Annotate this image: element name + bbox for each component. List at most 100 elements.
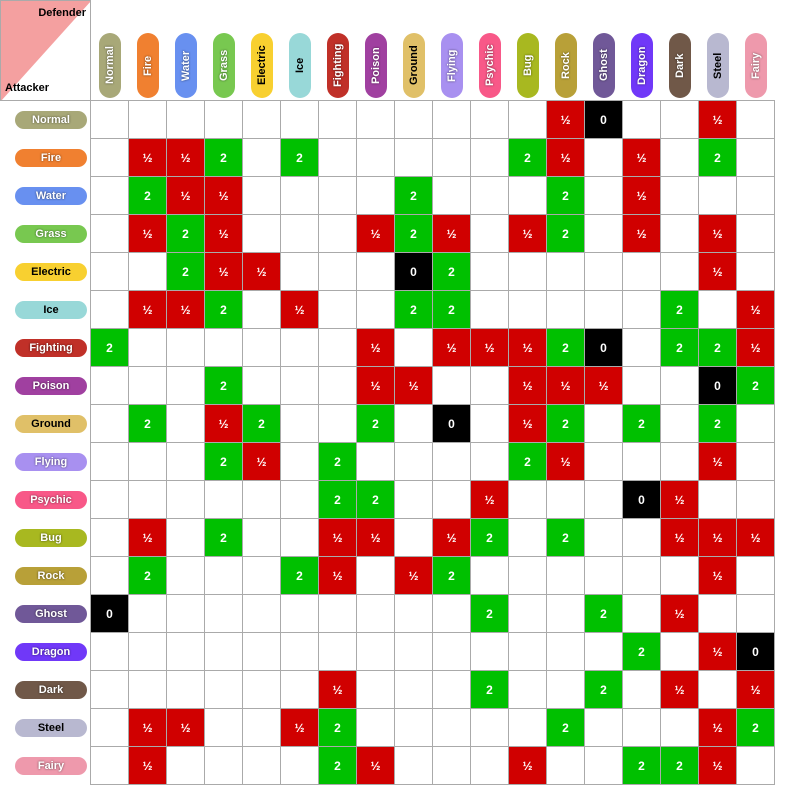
cell-water-vs-rock: 2	[547, 177, 585, 215]
cell-dragon-vs-normal	[91, 633, 129, 671]
cell-fire-vs-dragon: ½	[623, 139, 661, 177]
col-type-pill-fairy: Fairy	[745, 33, 767, 98]
col-type-pill-electric: Electric	[251, 33, 273, 98]
cell-normal-vs-fairy	[737, 101, 775, 139]
cell-dragon-vs-ice	[281, 633, 319, 671]
cell-ghost-vs-fairy	[737, 595, 775, 633]
cell-electric-vs-rock	[547, 253, 585, 291]
cell-flying-vs-dark	[661, 443, 699, 481]
cell-steel-vs-ground	[395, 709, 433, 747]
row-type-pill-psychic: Psychic	[15, 491, 87, 509]
cell-dark-vs-rock	[547, 671, 585, 709]
cell-fire-vs-flying	[433, 139, 471, 177]
cell-psychic-vs-electric	[243, 481, 281, 519]
cell-poison-vs-bug: ½	[509, 367, 547, 405]
cell-fairy-vs-ground	[395, 747, 433, 785]
cell-bug-vs-rock: 2	[547, 519, 585, 557]
cell-psychic-vs-fighting: 2	[319, 481, 357, 519]
cell-dark-vs-grass	[205, 671, 243, 709]
defender-label: Defender	[38, 7, 86, 19]
cell-grass-vs-dragon: ½	[623, 215, 661, 253]
cell-steel-vs-poison	[357, 709, 395, 747]
col-type-pill-steel: Steel	[707, 33, 729, 98]
col-header-fairy: Fairy	[737, 1, 775, 101]
cell-fighting-vs-flying: ½	[433, 329, 471, 367]
cell-fighting-vs-poison: ½	[357, 329, 395, 367]
cell-fire-vs-psychic	[471, 139, 509, 177]
cell-flying-vs-steel: ½	[699, 443, 737, 481]
cell-psychic-vs-grass	[205, 481, 243, 519]
row-poison: Poison2½½½½½02	[1, 367, 775, 405]
cell-fire-vs-rock: ½	[547, 139, 585, 177]
col-header-dark: Dark	[661, 1, 699, 101]
cell-bug-vs-grass: 2	[205, 519, 243, 557]
cell-ice-vs-psychic	[471, 291, 509, 329]
cell-fighting-vs-steel: 2	[699, 329, 737, 367]
cell-electric-vs-dragon	[623, 253, 661, 291]
row-header-electric: Electric	[1, 253, 91, 291]
row-ground: Ground2½220½222	[1, 405, 775, 443]
row-header-fire: Fire	[1, 139, 91, 177]
cell-ghost-vs-rock	[547, 595, 585, 633]
cell-ground-vs-ghost	[585, 405, 623, 443]
cell-bug-vs-bug	[509, 519, 547, 557]
cell-fairy-vs-psychic	[471, 747, 509, 785]
cell-rock-vs-dark	[661, 557, 699, 595]
cell-fire-vs-fire: ½	[129, 139, 167, 177]
cell-dragon-vs-fighting	[319, 633, 357, 671]
cell-psychic-vs-bug	[509, 481, 547, 519]
cell-steel-vs-steel: ½	[699, 709, 737, 747]
cell-flying-vs-ground	[395, 443, 433, 481]
cell-dark-vs-steel	[699, 671, 737, 709]
cell-fighting-vs-ice	[281, 329, 319, 367]
cell-rock-vs-ghost	[585, 557, 623, 595]
row-type-pill-dark: Dark	[15, 681, 87, 699]
cell-ground-vs-fairy	[737, 405, 775, 443]
cell-poison-vs-dragon	[623, 367, 661, 405]
cell-grass-vs-bug: ½	[509, 215, 547, 253]
cell-ice-vs-poison	[357, 291, 395, 329]
cell-fire-vs-grass: 2	[205, 139, 243, 177]
cell-steel-vs-grass	[205, 709, 243, 747]
cell-ground-vs-psychic	[471, 405, 509, 443]
col-type-pill-normal: Normal	[99, 33, 121, 98]
cell-flying-vs-flying	[433, 443, 471, 481]
cell-dragon-vs-steel: ½	[699, 633, 737, 671]
cell-fighting-vs-ghost: 0	[585, 329, 623, 367]
cell-steel-vs-normal	[91, 709, 129, 747]
cell-psychic-vs-rock	[547, 481, 585, 519]
cell-poison-vs-ice	[281, 367, 319, 405]
cell-bug-vs-electric	[243, 519, 281, 557]
cell-steel-vs-rock: 2	[547, 709, 585, 747]
cell-ice-vs-water: ½	[167, 291, 205, 329]
cell-ground-vs-bug: ½	[509, 405, 547, 443]
cell-dark-vs-fire	[129, 671, 167, 709]
cell-flying-vs-psychic	[471, 443, 509, 481]
cell-normal-vs-electric	[243, 101, 281, 139]
cell-flying-vs-poison	[357, 443, 395, 481]
cell-ground-vs-water	[167, 405, 205, 443]
row-type-pill-fire: Fire	[15, 149, 87, 167]
cell-dragon-vs-fire	[129, 633, 167, 671]
cell-grass-vs-electric	[243, 215, 281, 253]
cell-flying-vs-normal	[91, 443, 129, 481]
cell-bug-vs-poison: ½	[357, 519, 395, 557]
cell-dark-vs-electric	[243, 671, 281, 709]
cell-ice-vs-grass: 2	[205, 291, 243, 329]
cell-dark-vs-dragon	[623, 671, 661, 709]
cell-flying-vs-dragon	[623, 443, 661, 481]
cell-bug-vs-flying: ½	[433, 519, 471, 557]
cell-fighting-vs-water	[167, 329, 205, 367]
cell-grass-vs-fairy	[737, 215, 775, 253]
cell-rock-vs-electric	[243, 557, 281, 595]
cell-psychic-vs-normal	[91, 481, 129, 519]
cell-water-vs-fighting	[319, 177, 357, 215]
cell-dragon-vs-flying	[433, 633, 471, 671]
cell-ice-vs-fire: ½	[129, 291, 167, 329]
cell-normal-vs-fighting	[319, 101, 357, 139]
cell-ground-vs-dragon: 2	[623, 405, 661, 443]
cell-grass-vs-ghost	[585, 215, 623, 253]
col-type-pill-ghost: Ghost	[593, 33, 615, 98]
cell-water-vs-flying	[433, 177, 471, 215]
col-header-psychic: Psychic	[471, 1, 509, 101]
